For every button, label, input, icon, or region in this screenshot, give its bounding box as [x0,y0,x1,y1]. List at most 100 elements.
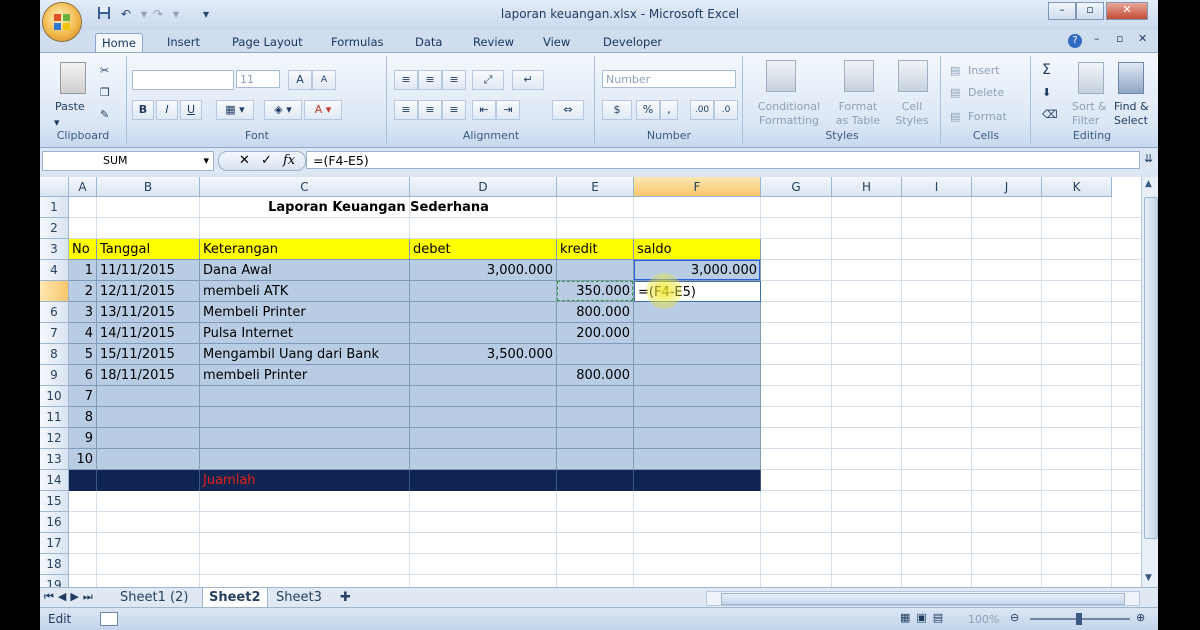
format-as-table-icon[interactable] [844,60,874,92]
cell-tanggal[interactable]: 14/11/2015 [97,323,200,344]
cell-tanggal[interactable]: 12/11/2015 [97,281,200,302]
tab-insert[interactable]: Insert [161,33,206,52]
row-header-14[interactable]: 14 [40,470,69,491]
row-header-13[interactable]: 13 [40,449,69,470]
cell-no[interactable]: 8 [69,407,97,428]
cell-tanggal[interactable] [97,386,200,407]
row-header-12[interactable]: 12 [40,428,69,449]
paste-icon[interactable] [60,62,86,94]
cell-saldo[interactable] [634,428,761,449]
align-top-button[interactable]: ≡ [394,70,418,90]
formula-input[interactable]: =(F4-E5) [306,151,1140,169]
cell-no[interactable]: 9 [69,428,97,449]
sort-filter-icon[interactable] [1078,62,1104,94]
column-header-f[interactable]: F [634,177,761,197]
cell-debet[interactable] [410,281,557,302]
cell-keterangan[interactable] [200,407,410,428]
header-cell-tanggal[interactable]: Tanggal [97,239,200,260]
scroll-down-icon[interactable]: ▼ [1145,573,1152,583]
cut-icon[interactable]: ✂ [100,64,109,77]
cell-kredit[interactable] [557,344,634,365]
name-box[interactable]: SUM ▾ [42,151,214,171]
fill-icon[interactable]: ⬇ [1042,86,1051,99]
row-header-16[interactable]: 16 [40,512,69,533]
insert-cells-button[interactable]: Insert [968,64,1000,77]
cell-saldo[interactable] [634,344,761,365]
row-header-11[interactable]: 11 [40,407,69,428]
cell-keterangan[interactable] [200,428,410,449]
cell-keterangan[interactable]: membeli ATK [200,281,410,302]
header-cell-saldo[interactable]: saldo [634,239,761,260]
header-cell-kredit[interactable]: kredit [557,239,634,260]
paste-button[interactable]: Paste [55,100,85,113]
column-header-h[interactable]: H [832,177,902,197]
view-buttons[interactable]: ▦▣▤ [900,611,949,624]
zoom-out-icon[interactable]: ⊖ [1010,611,1019,624]
delete-cells-button[interactable]: Delete [968,86,1004,99]
cancel-entry-button[interactable]: ✕ [239,152,250,170]
cell-kredit[interactable]: 350.000 [557,281,634,302]
row-header-7[interactable]: 7 [40,323,69,344]
total-row-cell[interactable] [97,470,200,491]
cell-styles-button[interactable]: Cell [888,100,936,113]
cell-tanggal[interactable] [97,407,200,428]
horizontal-scrollbar[interactable] [706,591,1140,606]
save-icon[interactable] [96,6,112,22]
ribbon-restore-icon[interactable]: ▫ [1116,32,1123,45]
tab-home[interactable]: Home [95,33,143,53]
clear-icon[interactable]: ⌫ [1042,108,1058,121]
format-as-table-button[interactable]: Format [828,100,888,113]
expand-formula-bar-icon[interactable]: ⇊ [1144,152,1153,165]
row-header-18[interactable]: 18 [40,554,69,575]
name-box-dropdown-icon[interactable]: ▾ [203,152,209,170]
scroll-up-icon[interactable]: ▲ [1145,179,1152,189]
row-header-2[interactable]: 2 [40,218,69,239]
merge-center-button[interactable]: ⇔ [552,100,584,120]
cell-no[interactable]: 4 [69,323,97,344]
cell-saldo[interactable] [634,386,761,407]
cell-keterangan[interactable]: Mengambil Uang dari Bank [200,344,410,365]
cell-kredit[interactable]: 800.000 [557,365,634,386]
borders-button[interactable]: ▦ ▾ [216,100,254,120]
column-header-b[interactable]: B [97,177,200,197]
tab-data[interactable]: Data [409,33,448,52]
binoculars-icon[interactable] [1118,62,1144,94]
row-header-17[interactable]: 17 [40,533,69,554]
underline-button[interactable]: U [180,100,202,120]
cell-kredit[interactable] [557,407,634,428]
find-select-button[interactable]: Find & [1114,100,1149,113]
column-header-i[interactable]: I [902,177,972,197]
row-header-1[interactable]: 1 [40,197,69,218]
total-row-cell[interactable] [410,470,557,491]
cell-no[interactable]: 7 [69,386,97,407]
cell-no[interactable]: 1 [69,260,97,281]
cell-keterangan[interactable]: Membeli Printer [200,302,410,323]
cell-kredit[interactable] [557,260,634,281]
decrease-indent-button[interactable]: ⇤ [472,100,496,120]
cell-debet[interactable]: 3,000.000 [410,260,557,281]
align-right-button[interactable]: ≡ [442,100,466,120]
cell-no[interactable]: 3 [69,302,97,323]
cell-keterangan[interactable]: Dana Awal [200,260,410,281]
total-label[interactable]: Juamlah [200,470,410,491]
orientation-button[interactable]: ⤢ [472,70,504,90]
row-header-5[interactable] [40,281,69,302]
grow-font-button[interactable]: A [288,70,312,90]
macro-record-icon[interactable] [100,612,118,626]
format-painter-icon[interactable]: ✎ [100,108,109,121]
column-header-k[interactable]: K [1042,177,1112,197]
row-header-19[interactable]: 19 [40,575,69,587]
cell-saldo[interactable] [634,302,761,323]
cell-no[interactable]: 10 [69,449,97,470]
cell-no[interactable]: 6 [69,365,97,386]
copy-icon[interactable]: ❐ [100,86,110,99]
row-header-15[interactable]: 15 [40,491,69,512]
wrap-text-button[interactable]: ↵ [512,70,544,90]
cell-tanggal[interactable]: 11/11/2015 [97,260,200,281]
cell-keterangan[interactable]: Pulsa Internet [200,323,410,344]
cell-tanggal[interactable] [97,449,200,470]
cell-saldo[interactable]: =(F4-E5) [634,281,761,302]
cell-debet[interactable] [410,407,557,428]
column-header-j[interactable]: J [972,177,1042,197]
insert-function-button[interactable]: fx [283,152,295,170]
